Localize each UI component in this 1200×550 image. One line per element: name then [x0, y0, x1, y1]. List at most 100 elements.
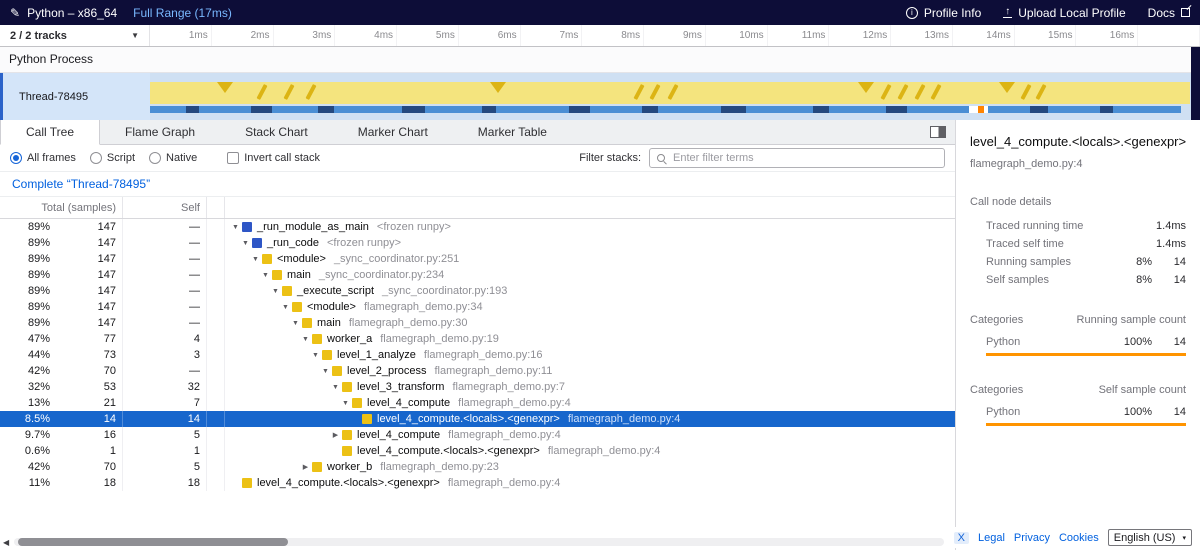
yellow-frame-icon — [312, 462, 322, 472]
timeline-tick: 11ms — [768, 25, 830, 46]
table-row[interactable]: 44%733▼level_1_analyzeflamegraph_demo.py… — [0, 347, 955, 363]
table-row[interactable]: 89%147—▼_run_module_as_main<frozen runpy… — [0, 219, 955, 235]
table-row[interactable]: 42%70—▼level_2_processflamegraph_demo.py… — [0, 363, 955, 379]
marker-slash-icon[interactable] — [914, 84, 925, 100]
table-row[interactable]: 9.7%165▶level_4_computeflamegraph_demo.p… — [0, 427, 955, 443]
tree-cell: ▼_execute_script_sync_coordinator.py:193 — [225, 283, 955, 299]
table-row[interactable]: 0.6%11level_4_compute.<locals>.<genexpr>… — [0, 443, 955, 459]
full-range-button[interactable]: Full Range (17ms) — [133, 6, 232, 20]
sample-segment — [1113, 106, 1182, 113]
table-row[interactable]: 42%705▶worker_bflamegraph_demo.py:23 — [0, 459, 955, 475]
table-row[interactable]: 47%774▼worker_aflamegraph_demo.py:19 — [0, 331, 955, 347]
twisty-icon[interactable]: ▼ — [279, 304, 292, 311]
twisty-icon[interactable]: ▼ — [319, 368, 332, 375]
total-samples: 53 — [50, 381, 122, 393]
table-row[interactable]: 89%147—▼_run_code<frozen runpy> — [0, 235, 955, 251]
marker-slash-icon[interactable] — [931, 84, 942, 100]
table-row[interactable]: 32%5332▼level_3_transformflamegraph_demo… — [0, 379, 955, 395]
twisty-icon[interactable]: ▶ — [299, 463, 312, 471]
sample-segment — [1100, 106, 1112, 113]
scroll-left-icon[interactable]: ◀ — [3, 538, 9, 547]
categories-label: Categories — [970, 384, 1023, 396]
footer-link-privacy[interactable]: Privacy — [1014, 532, 1050, 544]
self-samples: 5 — [123, 459, 207, 475]
marker-slash-icon[interactable] — [1020, 84, 1031, 100]
filter-input[interactable] — [673, 152, 938, 164]
column-header-self[interactable]: Self — [123, 197, 207, 218]
radio-script[interactable]: Script — [90, 152, 135, 164]
marker-triangle-icon[interactable] — [217, 82, 233, 93]
function-name: level_4_compute.<locals>.<genexpr> — [377, 413, 560, 425]
function-name: level_4_compute.<locals>.<genexpr> — [257, 477, 440, 489]
marker-slash-icon[interactable] — [650, 84, 661, 100]
twisty-icon[interactable]: ▼ — [259, 272, 272, 279]
footer-link-cookies[interactable]: Cookies — [1059, 532, 1099, 544]
marker-slash-icon[interactable] — [881, 84, 892, 100]
twisty-icon[interactable]: ▼ — [229, 224, 242, 231]
thread-track-label[interactable]: Thread-78495 — [0, 73, 150, 120]
self-samples: 4 — [123, 331, 207, 347]
tab-marker-table[interactable]: Marker Table — [453, 120, 572, 144]
marker-slash-icon[interactable] — [1036, 84, 1047, 100]
marker-triangle-icon[interactable] — [999, 82, 1015, 93]
column-header-total[interactable]: Total (samples) — [0, 197, 123, 218]
thread-track-canvas[interactable] — [150, 73, 1200, 120]
table-row[interactable]: 13%217▼level_4_computeflamegraph_demo.py… — [0, 395, 955, 411]
twisty-icon[interactable]: ▼ — [299, 336, 312, 343]
tab-flame-graph[interactable]: Flame Graph — [100, 120, 220, 144]
tab-call-tree[interactable]: Call Tree — [0, 120, 100, 145]
twisty-icon[interactable]: ▼ — [269, 288, 282, 295]
blue-frame-icon — [252, 238, 262, 248]
function-name: main — [287, 269, 311, 281]
category-strip-cell — [207, 219, 225, 235]
table-row[interactable]: 89%147—▼_execute_script_sync_coordinator… — [0, 283, 955, 299]
tab-marker-chart[interactable]: Marker Chart — [333, 120, 453, 144]
marker-slash-icon[interactable] — [306, 84, 317, 100]
upload-local-profile-button[interactable]: ↑ Upload Local Profile — [1003, 6, 1125, 20]
sample-segment — [402, 106, 425, 113]
marker-triangle-icon[interactable] — [490, 82, 506, 93]
marker-slash-icon[interactable] — [257, 84, 268, 100]
invert-call-stack-checkbox[interactable]: Invert call stack — [227, 152, 320, 164]
radio-all-frames[interactable]: All frames — [10, 152, 76, 164]
file-location: _sync_coordinator.py:234 — [319, 269, 444, 281]
twisty-icon[interactable]: ▼ — [239, 240, 252, 247]
table-row[interactable]: 11%1818level_4_compute.<locals>.<genexpr… — [0, 475, 955, 491]
table-row[interactable]: 89%147—▼mainflamegraph_demo.py:30 — [0, 315, 955, 331]
tab-stack-chart[interactable]: Stack Chart — [220, 120, 333, 144]
table-row[interactable]: 89%147—▼<module>_sync_coordinator.py:251 — [0, 251, 955, 267]
table-row[interactable]: 8.5%1414level_4_compute.<locals>.<genexp… — [0, 411, 955, 427]
twisty-icon[interactable]: ▼ — [309, 352, 322, 359]
profile-info-button[interactable]: i Profile Info — [906, 6, 981, 20]
docs-button[interactable]: Docs — [1148, 6, 1190, 20]
timeline-tick: 15ms — [1015, 25, 1077, 46]
table-row[interactable]: 89%147—▼main_sync_coordinator.py:234 — [0, 267, 955, 283]
total-samples: 21 — [50, 397, 122, 409]
marker-slash-icon[interactable] — [897, 84, 908, 100]
twisty-icon[interactable]: ▼ — [329, 384, 342, 391]
sidebar-toggle-icon[interactable] — [930, 126, 946, 138]
sample-segment — [988, 106, 1030, 113]
footer-close-button[interactable]: X — [954, 532, 969, 544]
table-row[interactable]: 89%147—▼<module>flamegraph_demo.py:34 — [0, 299, 955, 315]
horizontal-scrollbar[interactable] — [14, 538, 944, 546]
marker-slash-icon[interactable] — [668, 84, 679, 100]
tracks-dropdown[interactable]: 2 / 2 tracks ▼ — [0, 25, 150, 46]
marker-slash-icon[interactable] — [284, 84, 295, 100]
profile-name[interactable]: ✎ Python – x86_64 — [10, 6, 117, 20]
twisty-icon[interactable]: ▼ — [249, 256, 262, 263]
details-pane: Call TreeFlame GraphStack ChartMarker Ch… — [0, 120, 955, 550]
tree-cell: ▶worker_bflamegraph_demo.py:23 — [225, 459, 955, 475]
twisty-icon[interactable]: ▼ — [289, 320, 302, 327]
language-select[interactable]: English (US) ▾ — [1108, 529, 1192, 546]
marker-triangle-icon[interactable] — [858, 82, 874, 93]
radio-native[interactable]: Native — [149, 152, 197, 164]
twisty-icon[interactable]: ▼ — [339, 400, 352, 407]
breadcrumb-complete-thread[interactable]: Complete “Thread-78495” — [12, 177, 150, 191]
marker-slash-icon[interactable] — [633, 84, 644, 100]
footer-link-legal[interactable]: Legal — [978, 532, 1005, 544]
scrollbar-thumb[interactable] — [18, 538, 288, 546]
twisty-icon[interactable]: ▶ — [329, 431, 342, 439]
timeline-ruler: 2 / 2 tracks ▼ 1ms2ms3ms4ms5ms6ms7ms8ms9… — [0, 25, 1200, 47]
process-track-header[interactable]: Python Process — [0, 47, 1200, 73]
